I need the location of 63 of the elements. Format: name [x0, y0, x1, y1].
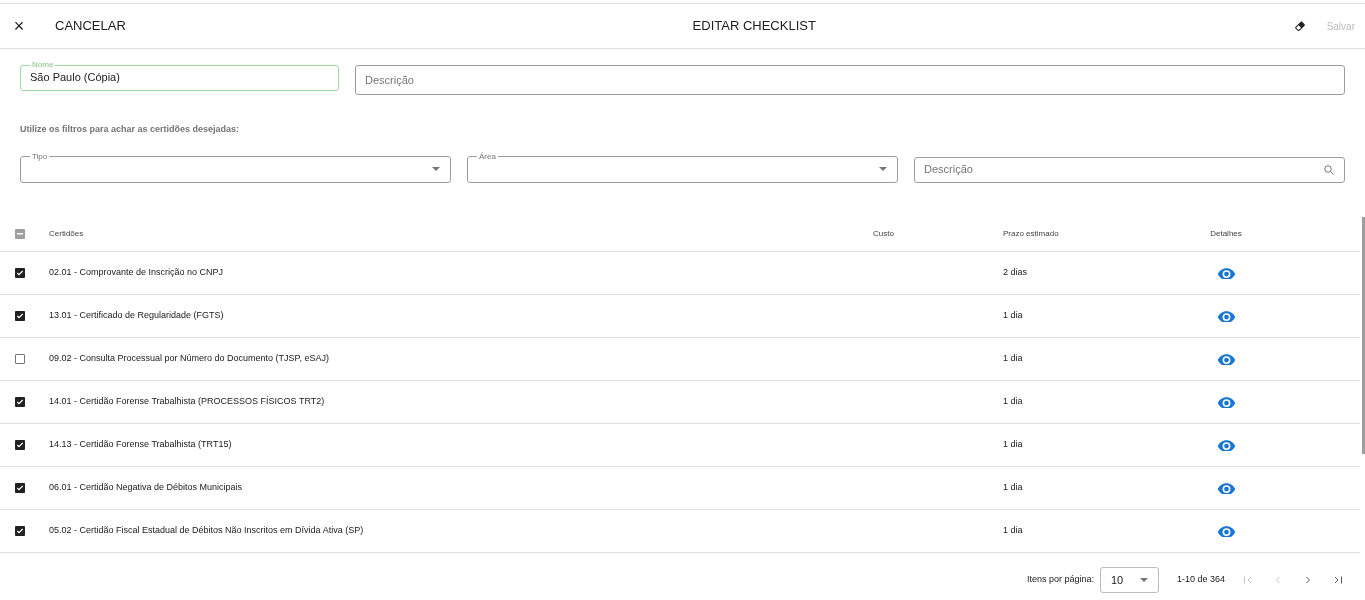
items-per-page-label: Itens por página:	[1026, 573, 1094, 587]
table-cell-text: 1 dia	[1003, 437, 1024, 451]
checkmark-icon	[16, 311, 24, 320]
view-details-icon[interactable]	[1216, 352, 1236, 365]
search-input[interactable]: Descrição	[924, 161, 1323, 178]
page-range: 1-10 de 364	[1176, 573, 1225, 587]
table-cell-text: 1 dia	[1003, 523, 1024, 537]
checkmark-icon	[16, 440, 24, 449]
dropdown-caret-icon	[1139, 578, 1148, 582]
table-cell-text: 1 dia	[1003, 480, 1024, 494]
search-icon	[1323, 163, 1335, 176]
dropdown-caret-icon	[432, 167, 440, 171]
view-details-icon[interactable]	[1216, 309, 1236, 322]
last-page-icon	[1332, 574, 1344, 586]
table-cell-text: 13.01 - Certificado de Regularidade (FGTS)	[49, 308, 225, 322]
table-cell-text: 14.01 - Certidão Forense Trabalhista (PROCESSOS FÍSICOS TRT2)	[49, 394, 326, 408]
filter-select[interactable]: Área	[467, 152, 898, 183]
table-cell-text: 2 dias	[1003, 265, 1029, 279]
minus-icon	[17, 232, 23, 235]
table-cell-text: 09.02 - Consulta Processual por Número do Documento (TJSP, eSAJ)	[49, 351, 330, 365]
name-field[interactable]: Nome São Paulo (Cópia)	[20, 61, 339, 91]
checkbox[interactable]	[15, 482, 25, 493]
checkmark-icon	[16, 483, 24, 492]
scrollbar-thumb[interactable]	[1362, 216, 1365, 454]
dropdown-caret-icon	[879, 167, 887, 171]
checkbox[interactable]	[15, 525, 25, 536]
table-cell-text: 02.01 - Comprovante de Inscrição no CNPJ	[49, 265, 225, 279]
column-header: Certidões	[49, 227, 85, 240]
table-cell-text: 1 dia	[1003, 394, 1024, 408]
cancel-button[interactable]: CANCELAR	[55, 16, 126, 36]
close-button[interactable]: ×	[12, 17, 26, 35]
column-header: Custo	[873, 227, 895, 240]
table-cell-text: 1 dia	[1003, 308, 1024, 322]
column-header: Detalhes	[1209, 227, 1243, 240]
checkbox[interactable]	[15, 310, 25, 321]
table-cell-text: 14.13 - Certidão Forense Trabalhista (TRT15)	[49, 437, 233, 451]
view-details-icon[interactable]	[1216, 266, 1236, 279]
view-details-icon[interactable]	[1216, 524, 1236, 537]
checkmark-icon	[16, 397, 24, 406]
text-input[interactable]: São Paulo (Cópia)	[30, 69, 329, 86]
table-cell-text: 06.01 - Certidão Negativa de Débitos Municipais	[49, 480, 244, 494]
checkmark-icon	[16, 526, 24, 535]
checkbox[interactable]	[15, 439, 25, 450]
page-title: EDITAR CHECKLIST	[691, 17, 817, 36]
table-cell-text: 05.02 - Certidão Fiscal Estadual de Débitos Não Inscritos em Dívida Ativa (SP)	[49, 523, 365, 537]
view-details-icon[interactable]	[1216, 438, 1236, 451]
view-details-icon[interactable]	[1216, 481, 1236, 494]
eraser-icon[interactable]	[1292, 19, 1307, 33]
filter-select[interactable]: Tipo	[20, 152, 451, 183]
page-size-select[interactable]: 10	[1099, 567, 1159, 593]
first-page-icon	[1242, 574, 1254, 586]
view-details-icon[interactable]	[1216, 395, 1236, 408]
description-field[interactable]: Descrição	[355, 65, 1345, 95]
filter-hint: Utilize os filtros para achar as certidões desejadas:	[20, 123, 241, 136]
column-header: Prazo estimado	[1003, 227, 1060, 240]
checkmark-icon	[16, 268, 24, 277]
search-field[interactable]: Descrição	[914, 156, 1345, 183]
text-input[interactable]: Descrição	[365, 71, 1335, 89]
checkbox[interactable]	[15, 353, 25, 364]
checkbox[interactable]	[15, 396, 25, 407]
table-cell-text: 1 dia	[1003, 351, 1024, 365]
checkbox[interactable]	[15, 228, 25, 239]
checkbox[interactable]	[15, 267, 25, 278]
